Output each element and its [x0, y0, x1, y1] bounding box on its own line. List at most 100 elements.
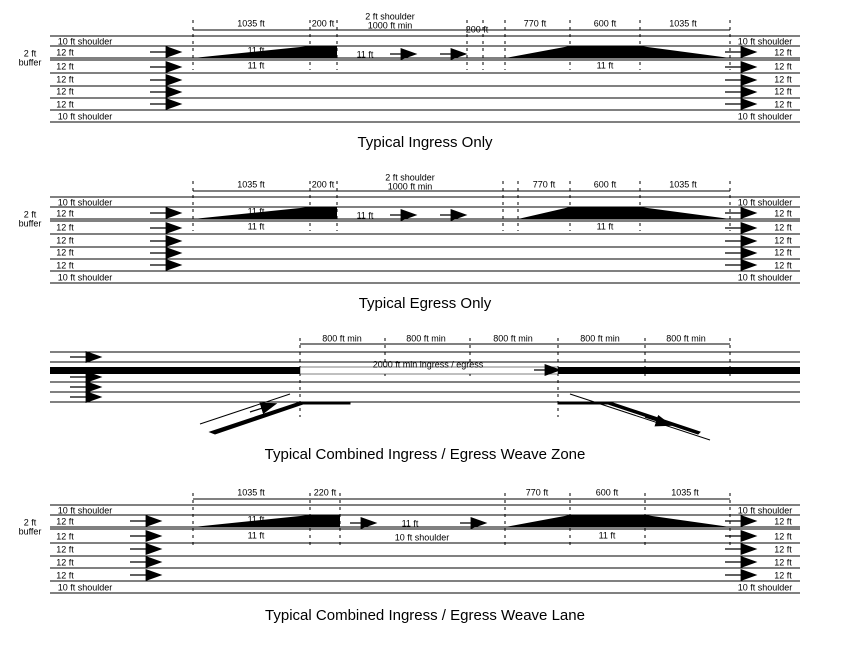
- lane11-a: 11 ft: [248, 514, 265, 524]
- dim-3: 800 ft min: [493, 333, 533, 343]
- lane-12-3: 12 ft: [56, 544, 74, 554]
- shoulder-right: 10 ft shoulder: [738, 505, 793, 515]
- lane-12-r4: 12 ft: [774, 557, 792, 567]
- shoulder-bot-left: 10 ft shoulder: [58, 582, 113, 592]
- dim-3: 770 ft: [533, 179, 556, 189]
- zone-label: 2000 ft min ingress / egress: [373, 359, 484, 369]
- dim-3: 770 ft: [526, 487, 549, 497]
- shoulder-bot-right: 10 ft shoulder: [738, 582, 793, 592]
- shoulder-bot-right: 10 ft shoulder: [738, 111, 793, 121]
- dim-3: 200 ft: [466, 24, 489, 34]
- lane-12-2: 12 ft: [56, 531, 74, 541]
- buffer-label-2: buffer: [19, 526, 42, 536]
- dim-2: 200 ft: [312, 179, 335, 189]
- lane-12-1: 12 ft: [56, 208, 74, 218]
- diagram-weave-lane: 1035 ft 220 ft 770 ft 600 ft 1035 ft 10 …: [10, 483, 840, 624]
- shoulder-bot-right: 10 ft shoulder: [738, 272, 793, 282]
- lane-12-r5: 12 ft: [774, 260, 792, 270]
- lane-12-r3: 12 ft: [774, 235, 792, 245]
- lane11-c: 11 ft: [357, 49, 374, 59]
- shoulder-right: 10 ft shoulder: [738, 197, 793, 207]
- lane-12-r2: 12 ft: [774, 531, 792, 541]
- lane11-e: 11 ft: [597, 221, 614, 231]
- dim-2: 200 ft: [312, 18, 335, 28]
- lane11-e: 11 ft: [597, 60, 614, 70]
- dim-1: 1035 ft: [237, 179, 265, 189]
- lane-12-5: 12 ft: [56, 99, 74, 109]
- lane-12-r5: 12 ft: [774, 570, 792, 580]
- lane-12-3: 12 ft: [56, 74, 74, 84]
- center-note: 10 ft shoulder: [395, 532, 450, 542]
- lane11-b: 11 ft: [248, 530, 265, 540]
- lane11-c: 11 ft: [357, 210, 374, 220]
- taper-out: [518, 207, 730, 219]
- dim-4: 770 ft: [524, 18, 547, 28]
- dim-4: 800 ft min: [580, 333, 620, 343]
- shoulder-left: 10 ft shoulder: [58, 36, 113, 46]
- top-min: 1000 ft min: [388, 181, 433, 191]
- lane11-c: 11 ft: [402, 518, 419, 528]
- lane-12-r4: 12 ft: [774, 86, 792, 96]
- dim-2: 220 ft: [314, 487, 337, 497]
- title-3: Typical Combined Ingress / Egress Weave …: [10, 446, 840, 463]
- lane-12-4: 12 ft: [56, 86, 74, 96]
- title-2: Typical Egress Only: [10, 295, 840, 312]
- dim-1: 1035 ft: [237, 18, 265, 28]
- lane-12-1: 12 ft: [56, 47, 74, 57]
- lane-12-1: 12 ft: [56, 516, 74, 526]
- lane11-d: 11 ft: [597, 206, 614, 216]
- shoulder-left: 10 ft shoulder: [58, 197, 113, 207]
- dim-5: 600 ft: [594, 18, 617, 28]
- dim-4: 600 ft: [594, 179, 617, 189]
- dim-2: 800 ft min: [406, 333, 446, 343]
- dim-6: 1035 ft: [669, 18, 697, 28]
- diagram-egress-only: 2 ft shoulder 1000 ft min 1035 ft 200 ft…: [10, 171, 840, 312]
- lane11-a: 11 ft: [248, 45, 265, 55]
- dim-5: 1035 ft: [669, 179, 697, 189]
- shoulder-bot-left: 10 ft shoulder: [58, 111, 113, 121]
- lane11-d: 11 ft: [597, 45, 614, 55]
- lane-12-r3: 12 ft: [774, 74, 792, 84]
- shoulder-right: 10 ft shoulder: [738, 36, 793, 46]
- ramp-in: [210, 402, 350, 434]
- dir-arrow: [250, 404, 275, 412]
- lane-12-2: 12 ft: [56, 222, 74, 232]
- lane11-b: 11 ft: [248, 221, 265, 231]
- lane-12-r2: 12 ft: [774, 222, 792, 232]
- lane-12-5: 12 ft: [56, 570, 74, 580]
- diagram-weave-zone: 800 ft min 800 ft min 800 ft min 800 ft …: [10, 332, 840, 463]
- lane-12-4: 12 ft: [56, 247, 74, 257]
- lane-12-r3: 12 ft: [774, 544, 792, 554]
- lane11-b: 11 ft: [248, 60, 265, 70]
- taper-in: [193, 207, 337, 219]
- lane11-d: 11 ft: [599, 514, 616, 524]
- lane-12-r5: 12 ft: [774, 99, 792, 109]
- lane-12-r1: 12 ft: [774, 47, 792, 57]
- lane11-a: 11 ft: [248, 206, 265, 216]
- shoulder-left: 10 ft shoulder: [58, 505, 113, 515]
- lane-12-5: 12 ft: [56, 260, 74, 270]
- lane-12-3: 12 ft: [56, 235, 74, 245]
- lane-12-r1: 12 ft: [774, 208, 792, 218]
- lane-12-4: 12 ft: [56, 557, 74, 567]
- dim-1: 1035 ft: [237, 487, 265, 497]
- lane-12-2: 12 ft: [56, 61, 74, 71]
- top-min: 1000 ft min: [368, 20, 413, 30]
- title-1: Typical Ingress Only: [10, 134, 840, 151]
- lane-12-r1: 12 ft: [774, 516, 792, 526]
- taper-in: [193, 46, 337, 58]
- dim-5: 1035 ft: [671, 487, 699, 497]
- taper-out: [505, 515, 730, 527]
- diagram-ingress-only: 2 ft shoulder 1000 ft min 1035 ft 200 ft…: [10, 10, 840, 151]
- taper-out: [505, 46, 730, 58]
- dim-4: 600 ft: [596, 487, 619, 497]
- lane11-e: 11 ft: [599, 530, 616, 540]
- buffer-label-2: buffer: [19, 218, 42, 228]
- shoulder-bot-left: 10 ft shoulder: [58, 272, 113, 282]
- lane-12-r4: 12 ft: [774, 247, 792, 257]
- dim-5: 800 ft min: [666, 333, 706, 343]
- buffer-label-2: buffer: [19, 57, 42, 67]
- dim-1: 800 ft min: [322, 333, 362, 343]
- taper-in: [193, 515, 340, 527]
- lane-12-r2: 12 ft: [774, 61, 792, 71]
